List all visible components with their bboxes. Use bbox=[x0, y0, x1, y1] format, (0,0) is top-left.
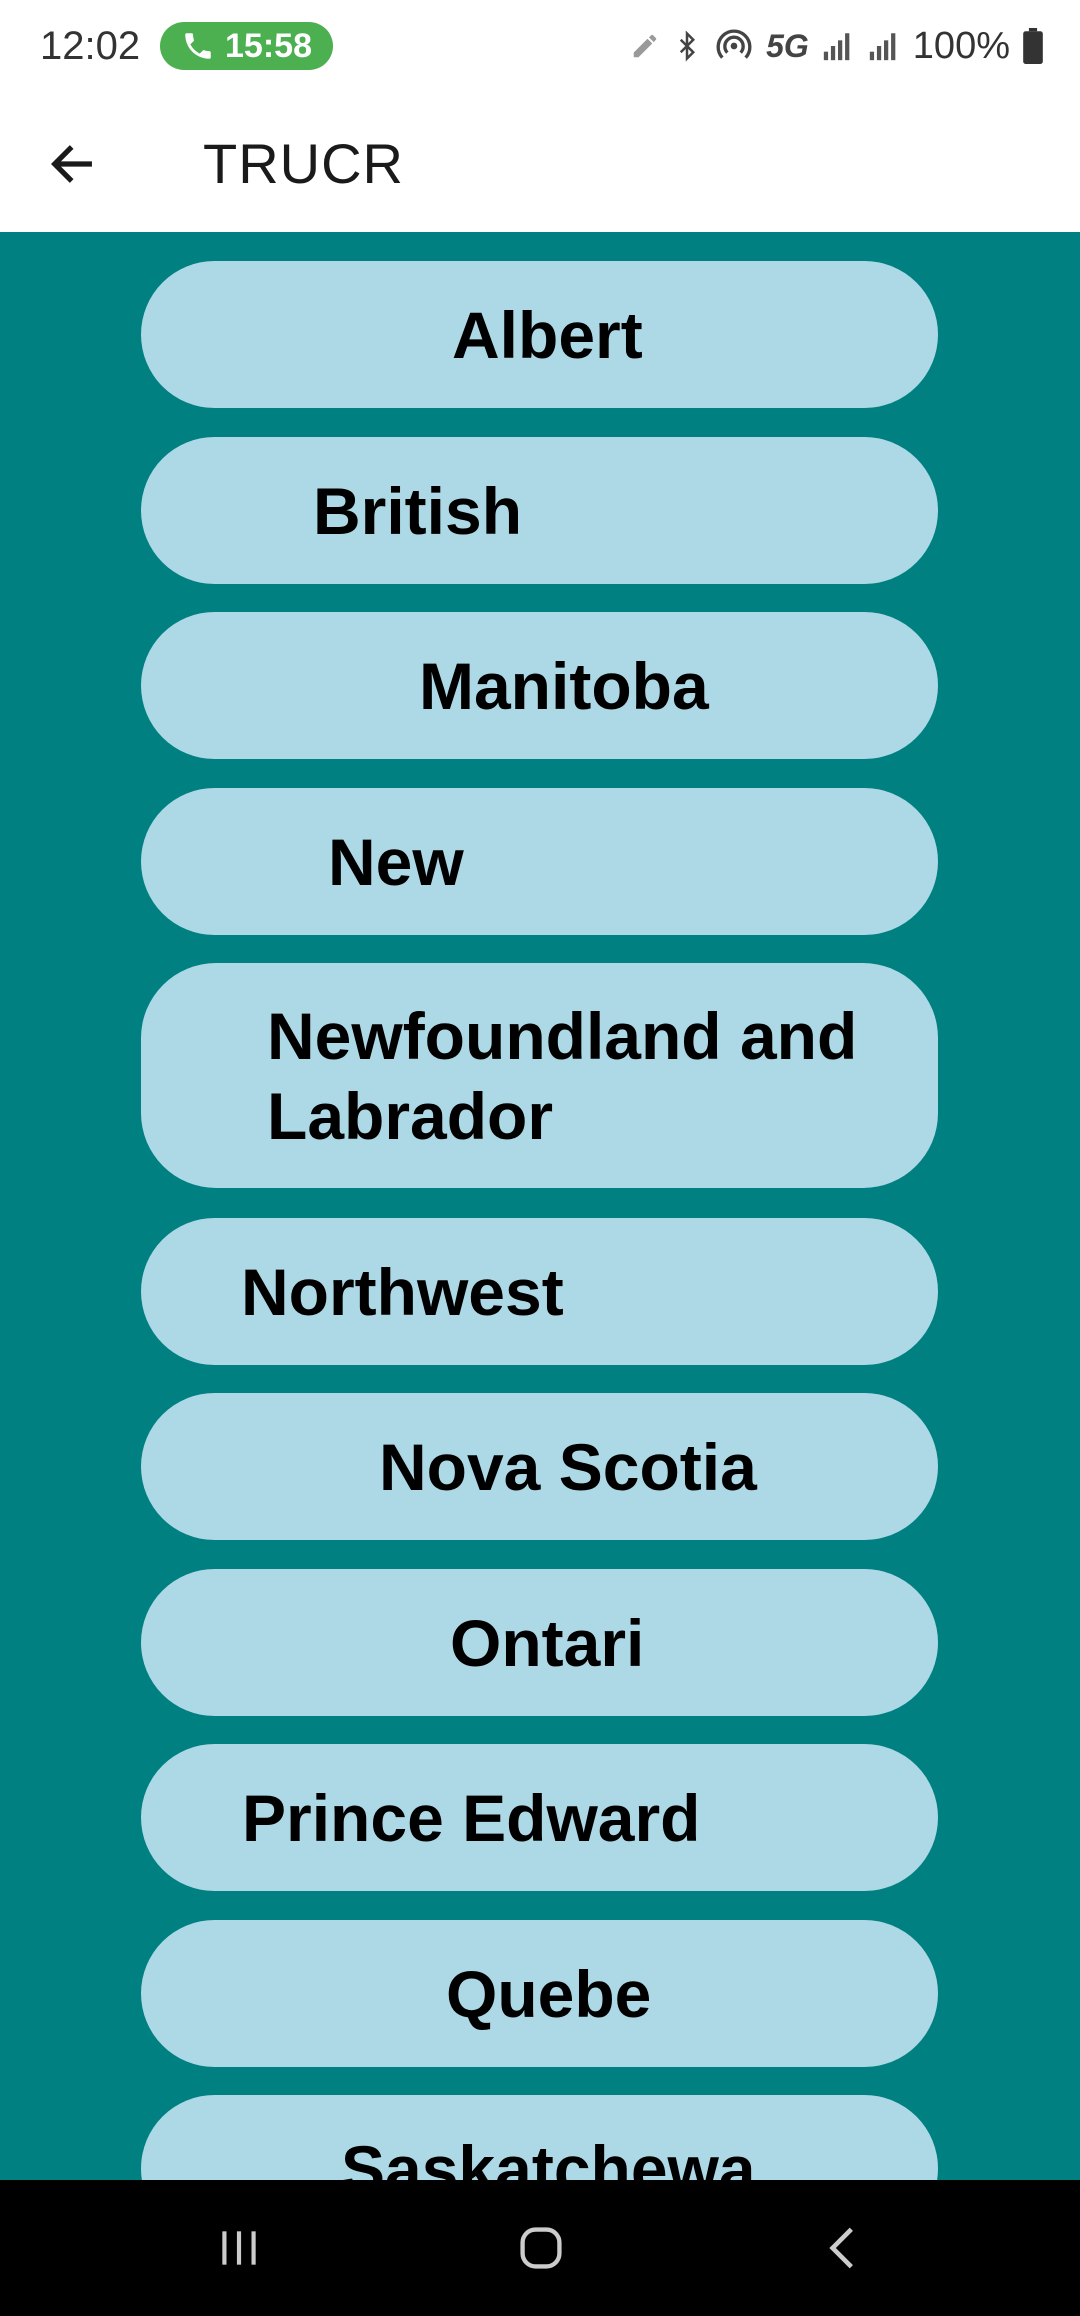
page-title: TRUCR bbox=[203, 132, 404, 195]
bluetooth-icon bbox=[679, 30, 696, 62]
network-type: 5G bbox=[766, 27, 809, 64]
recents-icon bbox=[222, 2231, 256, 2265]
province-button-british[interactable]: British bbox=[141, 437, 938, 584]
province-button-nova-scotia[interactable]: Nova Scotia bbox=[141, 1393, 938, 1540]
phone-icon bbox=[185, 33, 211, 59]
province-label: Ontari bbox=[450, 1605, 645, 1680]
status-icons: 5G 100% bbox=[630, 18, 1044, 74]
province-label: Quebe bbox=[446, 1956, 652, 2031]
call-timer: 15:58 bbox=[225, 26, 312, 65]
hotspot-icon bbox=[716, 29, 752, 59]
province-label: Saskatchewa bbox=[341, 2131, 756, 2181]
province-label: British bbox=[313, 473, 523, 548]
province-button-new[interactable]: New bbox=[141, 788, 938, 935]
province-button-prince-edward[interactable]: Prince Edward bbox=[141, 1744, 938, 1891]
pencil-icon bbox=[633, 34, 657, 58]
arrow-left-icon bbox=[50, 145, 92, 183]
signal-icon bbox=[823, 33, 850, 61]
screen: 12:02 15:58 5G 100% TRUCR Albert British… bbox=[0, 0, 1080, 2316]
home-button[interactable] bbox=[481, 2210, 601, 2286]
province-button-saskatchewa[interactable]: Saskatchewa bbox=[141, 2095, 938, 2180]
status-time: 12:02 bbox=[40, 24, 141, 68]
signal-icon-2 bbox=[869, 33, 896, 61]
province-label: Newfoundland and Labrador bbox=[267, 998, 858, 1153]
province-list[interactable]: Albert British Manitoba New Newfoundland… bbox=[0, 232, 1080, 2180]
province-button-newfoundland[interactable]: Newfoundland and Labrador bbox=[141, 963, 938, 1188]
status-bar: 12:02 15:58 5G 100% bbox=[0, 0, 1080, 92]
recents-button[interactable] bbox=[179, 2210, 299, 2286]
nav-back-button[interactable] bbox=[783, 2210, 903, 2286]
province-button-northwest[interactable]: Northwest bbox=[141, 1218, 938, 1365]
province-label: Nova Scotia bbox=[379, 1429, 757, 1504]
battery-percent: 100% bbox=[912, 24, 1010, 67]
back-button[interactable] bbox=[30, 122, 114, 206]
province-button-ontari[interactable]: Ontari bbox=[141, 1569, 938, 1716]
province-label: New bbox=[328, 824, 464, 899]
province-label: Northwest bbox=[241, 1254, 564, 1329]
province-label: Prince Edward bbox=[242, 1780, 701, 1855]
home-icon bbox=[520, 2227, 562, 2269]
system-nav-bar bbox=[0, 2180, 1080, 2316]
app-bar: TRUCR bbox=[0, 92, 1080, 232]
province-button-quebe[interactable]: Quebe bbox=[141, 1920, 938, 2067]
province-label: Manitoba bbox=[419, 648, 709, 723]
ongoing-call-chip[interactable]: 15:58 bbox=[160, 22, 333, 70]
province-button-albert[interactable]: Albert bbox=[141, 261, 938, 408]
province-button-manitoba[interactable]: Manitoba bbox=[141, 612, 938, 759]
battery-icon bbox=[1023, 28, 1043, 64]
province-label: Albert bbox=[452, 297, 643, 372]
chevron-left-icon bbox=[829, 2227, 853, 2269]
